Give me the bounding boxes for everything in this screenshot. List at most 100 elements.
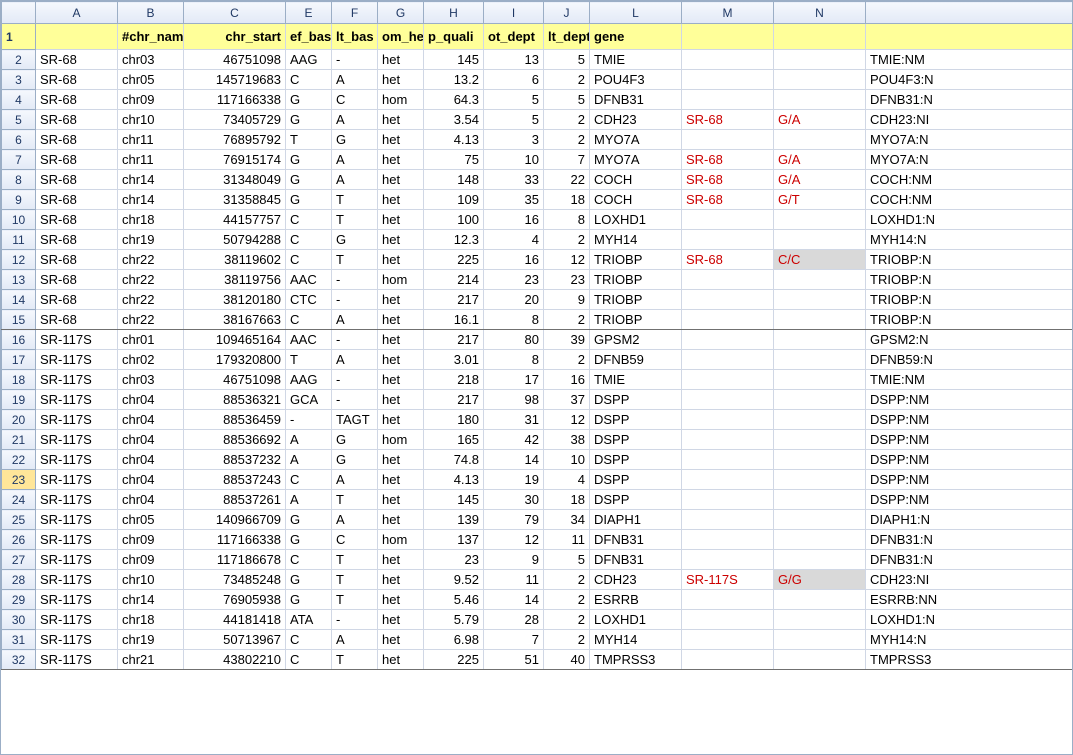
cell-validation-sample[interactable] <box>682 410 774 430</box>
cell-ref-base[interactable]: C <box>286 250 332 270</box>
cell-tot-depth[interactable]: 20 <box>484 290 544 310</box>
cell-alt-depth[interactable]: 9 <box>544 290 590 310</box>
row-number[interactable]: 22 <box>2 450 36 470</box>
cell-validation-genotype[interactable] <box>774 270 866 290</box>
row-number[interactable]: 1 <box>2 24 36 50</box>
cell-chr-start[interactable]: 76915174 <box>184 150 286 170</box>
cell-hom-het[interactable]: hom <box>378 530 424 550</box>
cell-tot-depth[interactable]: 14 <box>484 590 544 610</box>
cell-chr-start[interactable]: 44181418 <box>184 610 286 630</box>
cell-quality[interactable]: 75 <box>424 150 484 170</box>
cell-quality[interactable]: 100 <box>424 210 484 230</box>
cell-sample[interactable]: SR-68 <box>36 70 118 90</box>
cell-hom-het[interactable]: hom <box>378 430 424 450</box>
cell-alt-base[interactable]: - <box>332 290 378 310</box>
col-header-F[interactable]: F <box>332 2 378 24</box>
cell-chr-start[interactable]: 179320800 <box>184 350 286 370</box>
row-number[interactable]: 26 <box>2 530 36 550</box>
cell-sample[interactable]: SR-68 <box>36 50 118 70</box>
cell-tot-depth[interactable]: 19 <box>484 470 544 490</box>
cell-validation-sample[interactable] <box>682 370 774 390</box>
cell-ref-base[interactable]: C <box>286 210 332 230</box>
cell-hom-het[interactable]: het <box>378 390 424 410</box>
cell-quality[interactable]: 64.3 <box>424 90 484 110</box>
cell-gene[interactable]: MYO7A <box>590 130 682 150</box>
cell-alt-base[interactable]: A <box>332 470 378 490</box>
cell-validation-genotype[interactable]: G/T <box>774 190 866 210</box>
cell-alt-base[interactable]: G <box>332 230 378 250</box>
cell-hom-het[interactable]: het <box>378 610 424 630</box>
cell-alt-depth[interactable]: 38 <box>544 430 590 450</box>
row-number[interactable]: 17 <box>2 350 36 370</box>
cell-hom-het[interactable]: het <box>378 290 424 310</box>
cell-validation-sample[interactable]: SR-117S <box>682 570 774 590</box>
cell-chr-name[interactable]: chr09 <box>118 90 184 110</box>
cell-gene[interactable]: TRIOBP <box>590 290 682 310</box>
cell-hom-het[interactable]: het <box>378 70 424 90</box>
cell-alt-base[interactable]: - <box>332 330 378 350</box>
cell-validation-genotype[interactable] <box>774 410 866 430</box>
cell-gene[interactable]: LOXHD1 <box>590 610 682 630</box>
cell-validation-sample[interactable] <box>682 630 774 650</box>
cell-alt-depth[interactable]: 2 <box>544 610 590 630</box>
cell-tot-depth[interactable]: 98 <box>484 390 544 410</box>
cell-chr-name[interactable]: chr10 <box>118 570 184 590</box>
cell-quality[interactable]: 109 <box>424 190 484 210</box>
cell-alt-base[interactable]: A <box>332 150 378 170</box>
row-number[interactable]: 3 <box>2 70 36 90</box>
cell-chr-name[interactable]: chr01 <box>118 330 184 350</box>
cell-validation-sample[interactable] <box>682 90 774 110</box>
cell-ref-base[interactable]: G <box>286 170 332 190</box>
cell-gene[interactable]: DSPP <box>590 470 682 490</box>
cell-tot-depth[interactable]: 10 <box>484 150 544 170</box>
cell-tot-depth[interactable]: 13 <box>484 50 544 70</box>
select-all-corner[interactable] <box>2 2 36 24</box>
cell-alt-depth[interactable]: 2 <box>544 110 590 130</box>
header-quality[interactable]: p_quali <box>424 24 484 50</box>
cell-tot-depth[interactable]: 31 <box>484 410 544 430</box>
cell-annotation[interactable]: ESRRB:NN <box>866 590 1073 610</box>
cell-chr-start[interactable]: 31348049 <box>184 170 286 190</box>
cell-tot-depth[interactable]: 4 <box>484 230 544 250</box>
cell-quality[interactable]: 4.13 <box>424 130 484 150</box>
cell-ref-base[interactable]: A <box>286 430 332 450</box>
cell-quality[interactable]: 214 <box>424 270 484 290</box>
cell-annotation[interactable]: TRIOBP:N <box>866 250 1073 270</box>
cell-chr-start[interactable]: 117166338 <box>184 90 286 110</box>
cell-gene[interactable]: DSPP <box>590 430 682 450</box>
cell-validation-sample[interactable] <box>682 470 774 490</box>
cell-ref-base[interactable]: G <box>286 110 332 130</box>
cell-validation-sample[interactable] <box>682 430 774 450</box>
col-header-M[interactable]: M <box>682 2 774 24</box>
cell-chr-start[interactable]: 117166338 <box>184 530 286 550</box>
cell-sample[interactable]: SR-117S <box>36 510 118 530</box>
cell-quality[interactable]: 4.13 <box>424 470 484 490</box>
cell-validation-genotype[interactable] <box>774 390 866 410</box>
cell-chr-name[interactable]: chr04 <box>118 430 184 450</box>
cell-alt-depth[interactable]: 2 <box>544 230 590 250</box>
cell-gene[interactable]: MYH14 <box>590 630 682 650</box>
cell-validation-genotype[interactable]: G/A <box>774 110 866 130</box>
cell-quality[interactable]: 5.79 <box>424 610 484 630</box>
cell-tot-depth[interactable]: 11 <box>484 570 544 590</box>
cell-gene[interactable]: DSPP <box>590 450 682 470</box>
cell-chr-start[interactable]: 43802210 <box>184 650 286 670</box>
row-number[interactable]: 20 <box>2 410 36 430</box>
header-n[interactable] <box>774 24 866 50</box>
cell-hom-het[interactable]: het <box>378 510 424 530</box>
cell-chr-name[interactable]: chr09 <box>118 550 184 570</box>
cell-sample[interactable]: SR-68 <box>36 290 118 310</box>
header-alt-base[interactable]: lt_bas <box>332 24 378 50</box>
cell-gene[interactable]: CDH23 <box>590 570 682 590</box>
cell-hom-het[interactable]: het <box>378 230 424 250</box>
cell-quality[interactable]: 9.52 <box>424 570 484 590</box>
cell-ref-base[interactable]: AAG <box>286 50 332 70</box>
cell-validation-genotype[interactable] <box>774 590 866 610</box>
cell-alt-depth[interactable]: 18 <box>544 190 590 210</box>
cell-ref-base[interactable]: ATA <box>286 610 332 630</box>
cell-quality[interactable]: 13.2 <box>424 70 484 90</box>
cell-annotation[interactable]: DFNB31:N <box>866 530 1073 550</box>
cell-alt-depth[interactable]: 2 <box>544 70 590 90</box>
header-hom-het[interactable]: om_he <box>378 24 424 50</box>
cell-gene[interactable]: TMPRSS3 <box>590 650 682 670</box>
